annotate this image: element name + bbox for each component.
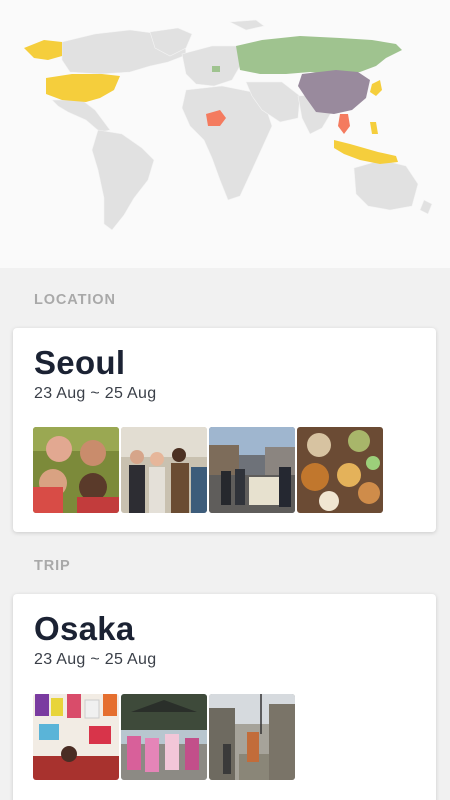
photo-thumbnail[interactable] (33, 694, 119, 780)
new-zealand-land (419, 199, 433, 215)
photo-strip (33, 427, 383, 513)
card-dates: 23 Aug ~ 25 Aug (34, 385, 157, 402)
photo-thumbnail[interactable] (33, 427, 119, 513)
photo-strip (33, 694, 295, 780)
card-title: Osaka (34, 610, 135, 647)
trip-card-osaka[interactable]: Osaka 23 Aug ~ 25 Aug (13, 594, 436, 800)
food-table-photo (297, 427, 383, 513)
philippines-region (370, 122, 378, 134)
kimono-group-photo (121, 694, 207, 780)
photo-thumbnail[interactable] (121, 427, 207, 513)
europe-land (181, 45, 241, 87)
alaska-region (24, 40, 62, 60)
photo-thumbnail[interactable] (209, 427, 295, 513)
card-title: Seoul (34, 344, 126, 381)
colorful-shop-photo (33, 694, 119, 780)
group-selfie-photo (33, 427, 119, 513)
indonesia-region (334, 140, 398, 164)
russia-region (236, 36, 402, 74)
section-label-location: LOCATION (34, 292, 116, 308)
location-card-seoul[interactable]: Seoul 23 Aug ~ 25 Aug (13, 328, 436, 532)
arctic-island-land (228, 19, 265, 31)
card-dates: 23 Aug ~ 25 Aug (34, 651, 157, 668)
south-america-land (91, 129, 155, 231)
friends-street-photo (121, 427, 207, 513)
photo-thumbnail[interactable] (209, 694, 295, 780)
australia-land (353, 159, 419, 211)
baltic-region (212, 66, 220, 72)
alley-street-photo (209, 694, 295, 780)
mexico-central-america-land (51, 99, 111, 133)
world-map[interactable] (0, 0, 450, 268)
thailand-region (338, 114, 350, 134)
photo-thumbnail[interactable] (121, 694, 207, 780)
world-map-svg (24, 19, 433, 231)
united-states-region (46, 74, 120, 102)
street-map-photo (209, 427, 295, 513)
section-label-trip: TRIP (34, 558, 71, 574)
photo-thumbnail[interactable] (297, 427, 383, 513)
japan-region (370, 80, 382, 96)
